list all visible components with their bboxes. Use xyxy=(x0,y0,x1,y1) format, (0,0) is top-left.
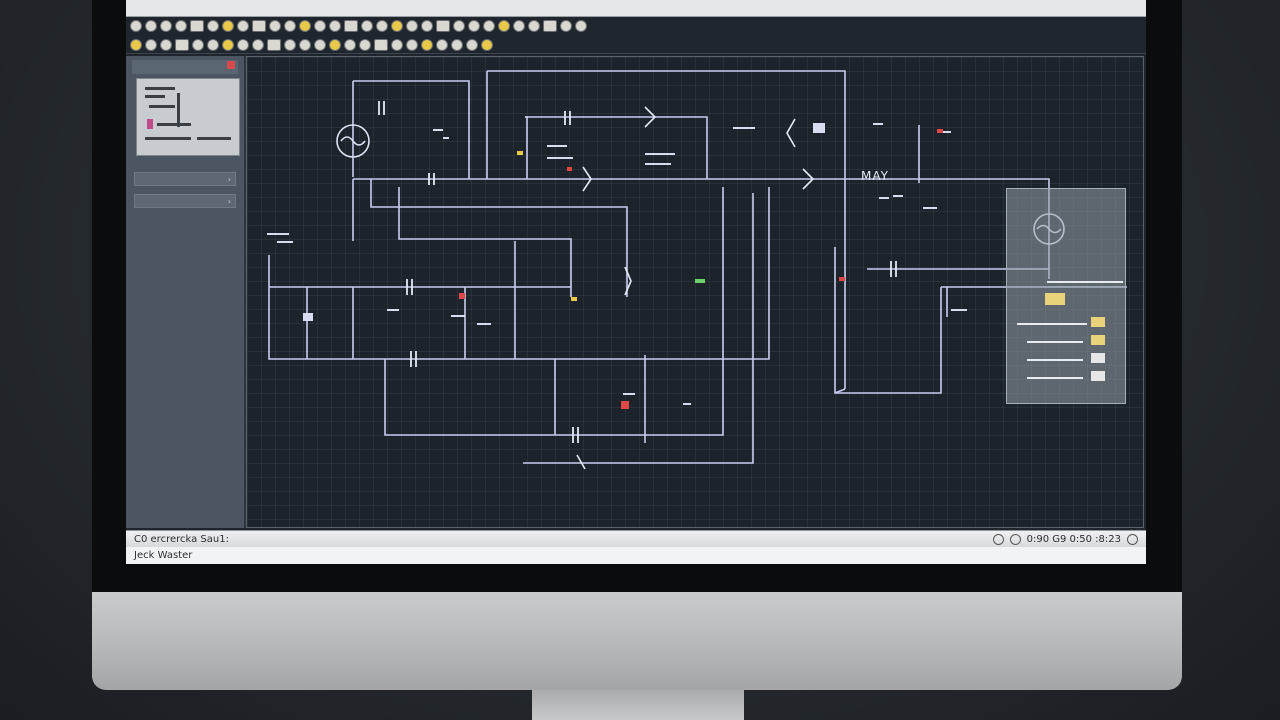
tool-button[interactable] xyxy=(222,20,234,32)
tool-button[interactable] xyxy=(436,38,448,51)
status-bar: C0 ercrercka Sau1: 0:90 G9 0:50 :8:23 xyxy=(126,530,1146,548)
monitor-stand xyxy=(532,690,744,720)
tool-button[interactable] xyxy=(575,20,587,32)
tool-button[interactable] xyxy=(376,20,388,32)
tool-button[interactable] xyxy=(207,20,219,32)
panel-header xyxy=(132,60,238,74)
value-chip[interactable] xyxy=(1091,335,1105,345)
tool-button[interactable] xyxy=(329,38,341,51)
tool-button[interactable] xyxy=(543,20,557,32)
tool-button[interactable] xyxy=(267,38,281,51)
tool-button[interactable] xyxy=(175,38,189,51)
screen: › › MAY C0 ercrercka Sau1: 0:90 G9 0:50 … xyxy=(126,0,1146,564)
close-icon[interactable] xyxy=(1127,534,1138,545)
tool-button[interactable] xyxy=(237,38,249,51)
value-chip[interactable] xyxy=(1091,353,1105,363)
tool-button[interactable] xyxy=(513,20,525,32)
tool-button[interactable] xyxy=(528,20,540,32)
bottom-status-text: Jeck Waster xyxy=(134,550,193,561)
tool-button[interactable] xyxy=(374,38,388,51)
coordinate-readout: 0:90 G9 0:50 :8:23 xyxy=(1026,534,1121,545)
tool-button[interactable] xyxy=(314,38,326,51)
tool-button[interactable] xyxy=(299,20,311,32)
value-chip[interactable] xyxy=(1091,371,1105,381)
status-text: C0 ercrercka Sau1: xyxy=(134,534,229,545)
tool-button[interactable] xyxy=(207,38,219,51)
tool-button[interactable] xyxy=(436,20,450,32)
tool-button[interactable] xyxy=(130,38,142,51)
chevron-right-icon: › xyxy=(227,197,231,206)
tool-button[interactable] xyxy=(145,38,157,51)
tool-button[interactable] xyxy=(190,20,204,32)
tool-button[interactable] xyxy=(222,38,234,51)
tool-button[interactable] xyxy=(451,38,463,51)
tool-button[interactable] xyxy=(483,20,495,32)
tool-button[interactable] xyxy=(406,20,418,32)
tool-button[interactable] xyxy=(344,38,356,51)
tool-button[interactable] xyxy=(299,38,311,51)
tool-button[interactable] xyxy=(160,38,172,51)
zoom-icon[interactable] xyxy=(992,534,1004,545)
tool-button[interactable] xyxy=(284,20,296,32)
tool-button[interactable] xyxy=(391,20,403,32)
tool-button[interactable] xyxy=(560,20,572,32)
tool-button[interactable] xyxy=(130,20,142,32)
tool-button[interactable] xyxy=(252,20,266,32)
tool-button[interactable] xyxy=(314,20,326,32)
tool-button[interactable] xyxy=(453,20,465,32)
tool-button[interactable] xyxy=(468,20,480,32)
tool-button[interactable] xyxy=(498,20,510,32)
tool-button[interactable] xyxy=(252,38,264,51)
tool-button[interactable] xyxy=(421,20,433,32)
tool-button[interactable] xyxy=(361,20,373,32)
tool-button[interactable] xyxy=(391,38,403,51)
tool-button[interactable] xyxy=(160,20,172,32)
tool-button[interactable] xyxy=(192,38,204,51)
tool-button[interactable] xyxy=(481,38,493,51)
value-chip[interactable] xyxy=(1091,317,1105,327)
snap-icon[interactable] xyxy=(1009,534,1021,545)
highlight-chip xyxy=(1045,293,1065,305)
title-bar xyxy=(126,0,1146,17)
tool-button[interactable] xyxy=(175,20,187,32)
tool-button[interactable] xyxy=(284,38,296,51)
close-icon[interactable] xyxy=(227,61,235,69)
tool-button[interactable] xyxy=(421,38,433,51)
component-panel: › › xyxy=(126,56,246,528)
tool-button[interactable] xyxy=(329,20,341,32)
monitor-chin xyxy=(92,592,1182,690)
tool-button[interactable] xyxy=(406,38,418,51)
main-toolbar xyxy=(126,17,1146,35)
panel-row-2[interactable]: › xyxy=(134,194,236,208)
tool-button[interactable] xyxy=(269,20,281,32)
secondary-toolbar xyxy=(126,36,1146,54)
wave-label: MAY xyxy=(861,169,889,183)
panel-row-1[interactable]: › xyxy=(134,172,236,186)
chevron-right-icon: › xyxy=(227,175,231,184)
preview-thumbnail[interactable] xyxy=(136,78,240,156)
properties-panel xyxy=(1006,188,1126,404)
tool-button[interactable] xyxy=(344,20,358,32)
tool-button[interactable] xyxy=(237,20,249,32)
tool-button[interactable] xyxy=(359,38,371,51)
tool-button[interactable] xyxy=(466,38,478,51)
bottom-status-bar: Jeck Waster xyxy=(126,547,1146,564)
tool-button[interactable] xyxy=(145,20,157,32)
